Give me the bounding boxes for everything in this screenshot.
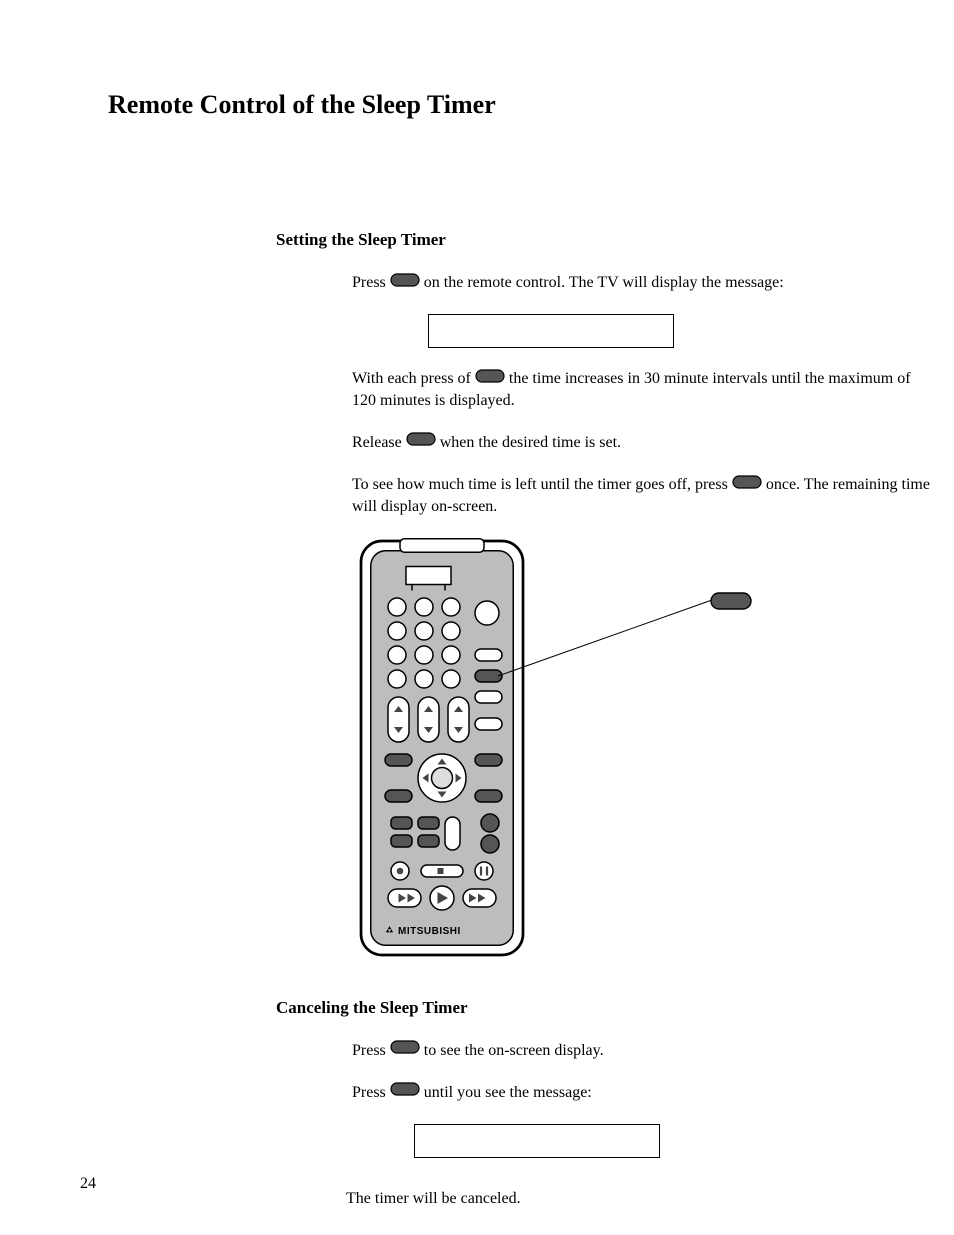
manual-page: Remote Control of the Sleep Timer Settin… bbox=[0, 0, 954, 1235]
cancel-p2: Press until you see the message: bbox=[352, 1082, 932, 1104]
cancel-p2a: Press bbox=[352, 1084, 386, 1101]
sleep-button-icon bbox=[390, 272, 420, 294]
cancel-heading: Canceling the Sleep Timer bbox=[276, 998, 864, 1018]
sleep-button-icon bbox=[390, 1039, 420, 1061]
setting-p1a: Press bbox=[352, 274, 386, 291]
setting-p2: With each press of the time increases in… bbox=[352, 368, 932, 412]
setting-heading: Setting the Sleep Timer bbox=[276, 230, 864, 250]
cancel-p1b: to see the on-screen display. bbox=[424, 1042, 604, 1059]
sleep-button-icon bbox=[390, 1081, 420, 1103]
setting-p4a: To see how much time is left until the t… bbox=[352, 476, 728, 493]
setting-p2a: With each press of bbox=[352, 370, 471, 387]
setting-p3: Release when the desired time is set. bbox=[352, 432, 932, 454]
sleep-button-icon bbox=[406, 431, 436, 453]
sleep-button-icon bbox=[475, 368, 505, 390]
remote-illustration: MITSUBISHI bbox=[352, 538, 864, 968]
cancel-body: Press to see the on-screen display. Pres… bbox=[352, 1040, 932, 1210]
tv-message-box-2 bbox=[414, 1124, 660, 1158]
setting-p4: To see how much time is left until the t… bbox=[352, 474, 932, 518]
cancel-p1: Press to see the on-screen display. bbox=[352, 1040, 932, 1062]
sleep-button-callout-icon bbox=[710, 592, 752, 615]
setting-p1: Press on the remote control. The TV will… bbox=[352, 272, 932, 294]
setting-body: Press on the remote control. The TV will… bbox=[352, 272, 932, 518]
cancel-p3: The timer will be canceled. bbox=[346, 1188, 932, 1210]
mitsubishi-logo-icon bbox=[384, 926, 395, 937]
cancel-p2b: until you see the message: bbox=[424, 1084, 592, 1101]
page-title: Remote Control of the Sleep Timer bbox=[108, 90, 864, 120]
remote-brand: MITSUBISHI bbox=[384, 926, 461, 937]
tv-message-box-1 bbox=[428, 314, 674, 348]
sleep-button-icon bbox=[732, 474, 762, 496]
callout-line bbox=[352, 538, 752, 738]
page-number: 24 bbox=[80, 1175, 96, 1193]
setting-p3b: when the desired time is set. bbox=[440, 434, 621, 451]
cancel-p1a: Press bbox=[352, 1042, 386, 1059]
setting-p3a: Release bbox=[352, 434, 402, 451]
setting-p1b: on the remote control. The TV will displ… bbox=[424, 274, 784, 291]
